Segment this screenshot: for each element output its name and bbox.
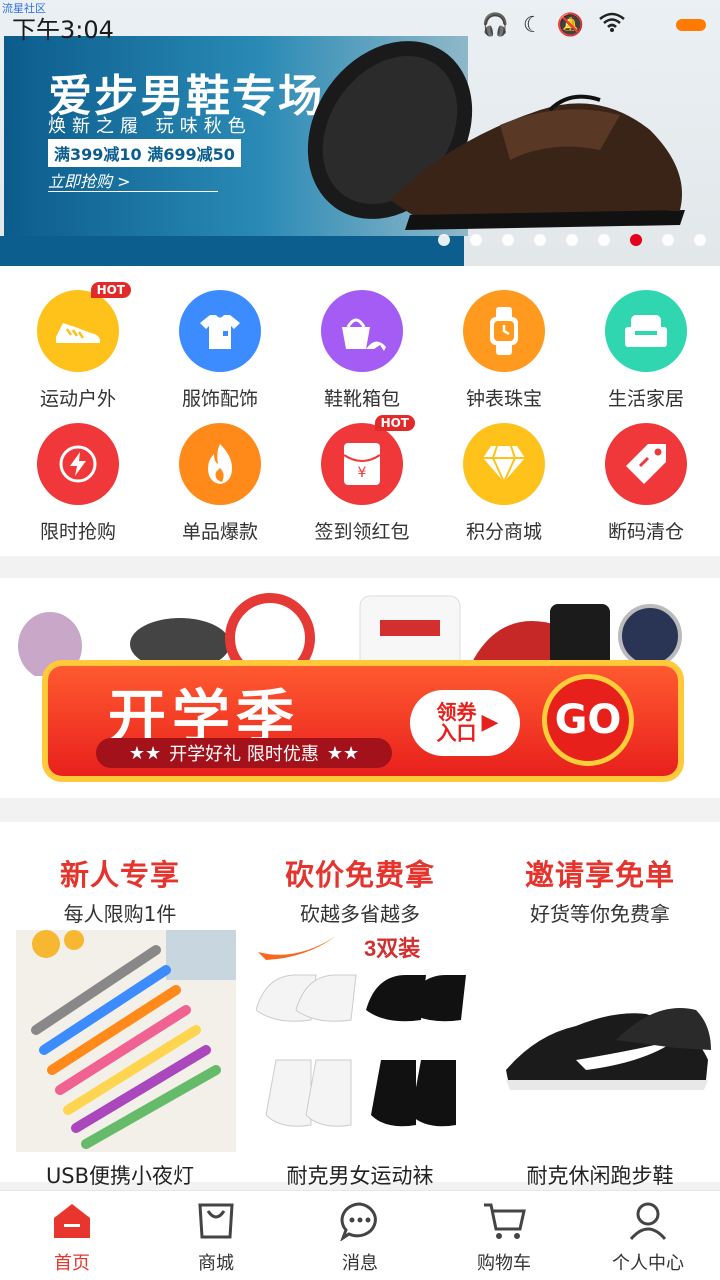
- tab-user[interactable]: 个人中心: [576, 1191, 720, 1280]
- tab-label: 商城: [198, 1253, 234, 1274]
- deal-subtitle: 砍越多省越多: [300, 902, 420, 926]
- carousel-dot[interactable]: [502, 234, 514, 246]
- go-button[interactable]: GO: [542, 674, 634, 766]
- running-shoe-image: [496, 930, 716, 1152]
- coupon-entry-label: 领券入口: [436, 700, 477, 745]
- carousel-indicators: [438, 234, 706, 246]
- socks-image: 3双装: [256, 930, 476, 1152]
- price-tag-icon: [605, 423, 687, 505]
- play-arrow-icon: ▶: [481, 710, 499, 736]
- carousel-dot[interactable]: [566, 234, 578, 246]
- carousel-dot[interactable]: [438, 234, 450, 246]
- usb-lamp-image: [16, 930, 236, 1152]
- tshirt-icon: [179, 290, 261, 372]
- deal-card-invite[interactable]: 邀请享免单 好货等你免费拿 耐克休闲跑步鞋: [480, 822, 720, 1188]
- home-screen: 流星社区 爱步男鞋专场 焕新之履 玩味秋色 满399减10 满699减50 立即…: [0, 0, 720, 1280]
- carousel-dot[interactable]: [630, 234, 642, 246]
- tab-home[interactable]: 首页: [0, 1191, 144, 1280]
- coupon-entry-button[interactable]: 领券入口 ▶: [410, 690, 520, 756]
- deals-section: 新人专享 每人限购1件 USB便携小夜灯 砍价免费拿 砍越多省越多 3双装 耐克…: [0, 822, 720, 1188]
- promo-subtitle-pill: ★★ 开学好礼 限时优惠 ★★: [96, 738, 392, 768]
- category-item[interactable]: 限时抢购: [6, 401, 150, 543]
- tab-label: 首页: [54, 1253, 90, 1274]
- deal-title: 砍价免费拿: [284, 858, 435, 892]
- star-decoration: ★★: [326, 742, 360, 764]
- carousel-dot[interactable]: [662, 234, 674, 246]
- category-label: 签到领红包: [314, 521, 410, 543]
- carousel-dot[interactable]: [598, 234, 610, 246]
- category-item[interactable]: 积分商城: [432, 401, 576, 543]
- wifi-icon: [598, 11, 626, 39]
- star-decoration: ★★: [128, 742, 162, 764]
- chat-bubble-icon: [338, 1199, 382, 1243]
- category-item[interactable]: 钟表珠宝: [432, 268, 576, 410]
- category-item[interactable]: 鞋靴箱包: [290, 268, 434, 410]
- carousel-dot[interactable]: [694, 234, 706, 246]
- flame-icon: [179, 423, 261, 505]
- category-label: 单品爆款: [181, 521, 258, 543]
- deal-card-new-user[interactable]: 新人专享 每人限购1件 USB便携小夜灯: [0, 822, 240, 1188]
- status-bar: 下午3:04 🎧 ☾ 🔕: [0, 0, 720, 50]
- banner-promo: 满399减10 满699减50: [48, 139, 241, 167]
- category-item[interactable]: 生活家居: [574, 268, 718, 410]
- category-label: 断码清仓: [607, 521, 684, 543]
- banner-cta-underline: [48, 191, 218, 192]
- tab-label: 个人中心: [612, 1253, 684, 1274]
- lightning-icon: [37, 423, 119, 505]
- deal-title: 邀请享免单: [524, 858, 675, 892]
- deal-title: 新人专享: [59, 858, 180, 892]
- carousel-dot[interactable]: [470, 234, 482, 246]
- product-collage: [18, 593, 682, 676]
- tab-shopping-bag[interactable]: 商城: [144, 1191, 288, 1280]
- deal-product-name: 耐克男女运动袜: [286, 1164, 434, 1188]
- tab-label: 消息: [342, 1253, 378, 1274]
- deal-badge: 3双装: [364, 936, 420, 961]
- battery-icon: [676, 19, 706, 31]
- tab-cart[interactable]: 购物车: [432, 1191, 576, 1280]
- watermark: 流星社区: [2, 2, 46, 15]
- shopping-bag-icon: [194, 1199, 238, 1243]
- tab-label: 购物车: [477, 1253, 531, 1274]
- red-envelope-icon: ¥ HOT: [321, 415, 415, 505]
- category-item[interactable]: 单品爆款: [148, 401, 292, 543]
- tab-chat-bubble[interactable]: 消息: [288, 1191, 432, 1280]
- hot-badge: HOT: [90, 282, 131, 298]
- category-item[interactable]: 服饰配饰: [148, 268, 292, 410]
- diamond-icon: [463, 423, 545, 505]
- category-item[interactable]: HOT 运动户外: [6, 268, 150, 410]
- home-icon: [50, 1199, 94, 1243]
- sneaker-icon: HOT: [37, 282, 131, 372]
- category-grid: HOT 运动户外 服饰配饰 鞋靴箱包 钟表珠宝 生活家居限时抢购 单品爆款 ¥ HOT 签到领红包…: [0, 266, 720, 556]
- category-item[interactable]: 断码清仓: [574, 401, 718, 543]
- category-label: 积分商城: [465, 521, 542, 543]
- status-icons: 🎧 ☾ 🔕: [481, 11, 706, 39]
- bottom-tab-bar: 首页 商城 消息 购物车 个人中心: [0, 1190, 720, 1280]
- user-icon: [626, 1199, 670, 1243]
- category-item[interactable]: ¥ HOT 签到领红包: [290, 401, 434, 543]
- promo-subtitle: 开学好礼 限时优惠: [169, 744, 319, 765]
- banner-cta[interactable]: 立即抢购 >: [48, 168, 131, 192]
- deal-card-bargain[interactable]: 砍价免费拿 砍越多省越多 3双装 耐克男女运动袜: [240, 822, 480, 1188]
- back-to-school-banner[interactable]: 开学季 ★★ 开学好礼 限时优惠 ★★ 领券入口 ▶ GO: [0, 578, 720, 798]
- deal-subtitle: 好货等你免费拿: [530, 902, 670, 926]
- headphones-icon: 🎧: [481, 12, 509, 38]
- mute-bell-icon: 🔕: [556, 12, 584, 38]
- sofa-icon: [605, 290, 687, 372]
- deal-subtitle: 每人限购1件: [63, 902, 177, 926]
- banner-subtitle: 焕新之履 玩味秋色: [48, 116, 252, 137]
- handbag-heel-icon: [321, 290, 403, 372]
- leather-shoe-image: [307, 41, 685, 230]
- category-label: 限时抢购: [39, 521, 116, 543]
- deal-product-name: 耐克休闲跑步鞋: [526, 1164, 674, 1188]
- watch-icon: [463, 290, 545, 372]
- cart-icon: [482, 1199, 526, 1243]
- hot-badge: HOT: [374, 415, 415, 431]
- moon-icon: ☾: [522, 12, 543, 38]
- deal-product-name: USB便携小夜灯: [45, 1164, 195, 1188]
- svg-text:¥: ¥: [358, 465, 367, 481]
- carousel-dot[interactable]: [534, 234, 546, 246]
